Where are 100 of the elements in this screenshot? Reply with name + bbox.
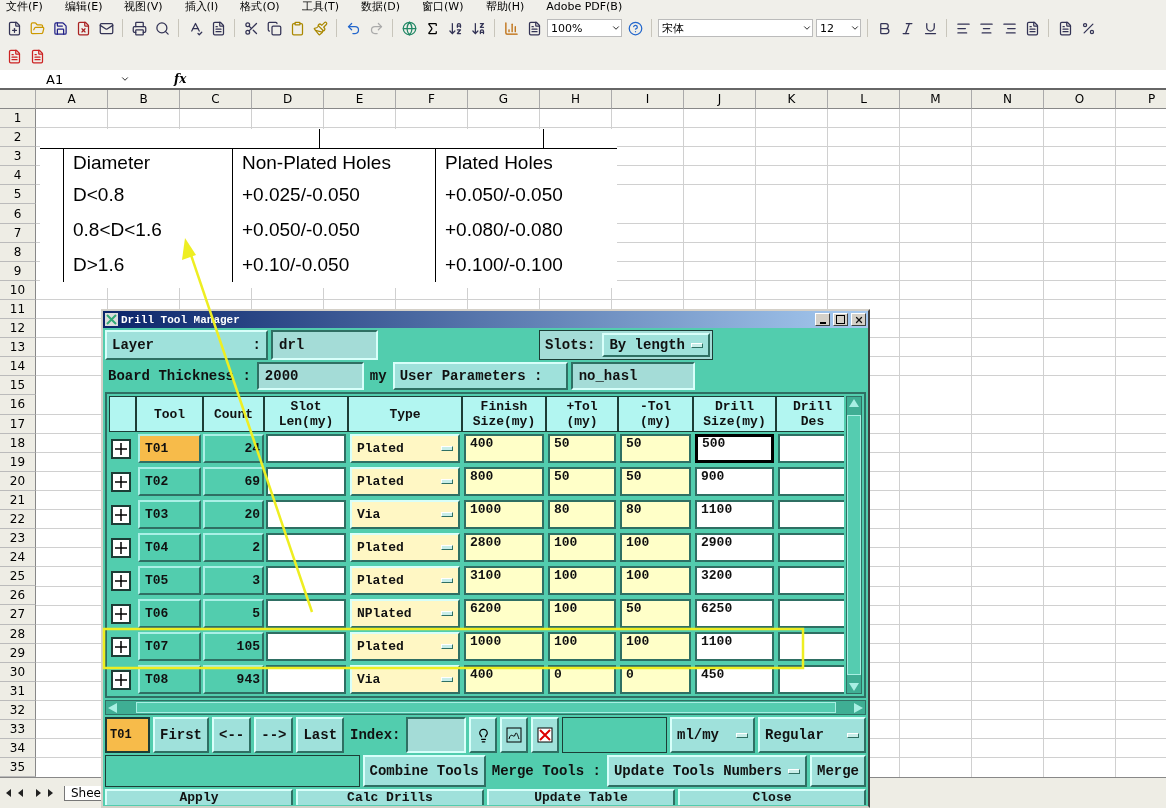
row-header[interactable]: 13 [0, 338, 36, 358]
row-header[interactable]: 16 [0, 395, 36, 415]
expand-icon[interactable] [111, 438, 131, 459]
row-header[interactable]: 23 [0, 529, 36, 549]
column-header[interactable]: G [468, 90, 540, 109]
action-button[interactable]: Calc Drills [296, 789, 484, 805]
nav-button[interactable]: First [153, 717, 209, 753]
expand-icon[interactable] [111, 471, 131, 492]
type-dropdown[interactable]: Via [350, 665, 460, 694]
column-header[interactable]: K [756, 90, 828, 109]
row-header[interactable]: 27 [0, 605, 36, 625]
user-parameters-field[interactable]: no_hasl [570, 362, 695, 390]
row-header[interactable]: 30 [0, 662, 36, 682]
row-header[interactable]: 22 [0, 509, 36, 530]
type-dropdown[interactable]: Plated [350, 434, 460, 463]
row-header[interactable]: 6 [0, 204, 36, 224]
slot-length-field[interactable] [266, 500, 346, 529]
row-header[interactable]: 33 [0, 720, 36, 740]
drill-size-field[interactable]: 1100 [695, 500, 774, 529]
slot-length-field[interactable] [266, 599, 346, 628]
expand-icon[interactable] [111, 636, 131, 657]
merge-button[interactable]: Merge [810, 755, 866, 787]
menu-item[interactable]: 工具(T) [301, 0, 339, 14]
maximize-button[interactable] [833, 313, 848, 326]
row-header[interactable]: 9 [0, 261, 36, 281]
layer-field[interactable]: drl [271, 330, 378, 360]
slot-length-field[interactable] [266, 533, 346, 562]
row-header[interactable]: 15 [0, 376, 36, 396]
minus-tolerance-field[interactable]: 100 [620, 566, 691, 595]
drill-designator-field[interactable] [778, 467, 844, 496]
minus-tolerance-field[interactable]: 100 [620, 632, 691, 661]
row-header[interactable]: 10 [0, 280, 36, 300]
plus-tolerance-field[interactable]: 80 [548, 500, 616, 529]
row-header[interactable]: 3 [0, 147, 36, 167]
action-button[interactable]: Close [678, 789, 866, 805]
drill-designator-field[interactable] [778, 533, 844, 562]
finish-size-field[interactable]: 1000 [464, 632, 544, 661]
minimize-button[interactable] [815, 313, 830, 326]
column-header[interactable]: B [108, 90, 180, 109]
minus-tolerance-field[interactable]: 50 [620, 599, 691, 628]
zoom-dropdown[interactable]: 100% [547, 19, 622, 37]
tool-button[interactable]: T05 [138, 566, 201, 595]
row-header[interactable]: 31 [0, 681, 36, 701]
delete-button[interactable] [531, 717, 560, 753]
menu-item[interactable]: 视图(V) [124, 0, 163, 14]
select-all-corner[interactable] [0, 90, 36, 109]
drill-size-field[interactable]: 450 [695, 665, 774, 694]
plus-tolerance-field[interactable]: 50 [548, 434, 616, 463]
minus-tolerance-field[interactable]: 80 [620, 500, 691, 529]
plus-tolerance-field[interactable]: 100 [548, 632, 616, 661]
expand-icon[interactable] [111, 570, 131, 591]
plus-tolerance-field[interactable]: 100 [548, 533, 616, 562]
finish-size-field[interactable]: 2800 [464, 533, 544, 562]
vertical-scrollbar[interactable] [846, 396, 862, 694]
minus-tolerance-field[interactable]: 100 [620, 533, 691, 562]
tool-button[interactable]: T04 [138, 533, 201, 562]
menu-item[interactable]: 编辑(E) [64, 0, 103, 14]
nav-button[interactable]: <-- [212, 717, 252, 753]
row-header[interactable]: 24 [0, 548, 36, 568]
column-header[interactable]: P [1116, 90, 1166, 109]
plus-tolerance-field[interactable]: 100 [548, 599, 616, 628]
row-header[interactable]: 21 [0, 490, 36, 510]
column-header[interactable]: O [1044, 90, 1116, 109]
drill-size-field[interactable]: 1100 [695, 632, 774, 661]
row-header[interactable]: 2 [0, 128, 36, 148]
row-header[interactable]: 14 [0, 357, 36, 377]
drill-size-field[interactable]: 2900 [695, 533, 774, 562]
drill-size-field[interactable]: 900 [695, 467, 774, 496]
menu-item[interactable]: 插入(I) [184, 0, 219, 14]
font-size-dropdown[interactable]: 12 [816, 19, 861, 37]
board-thickness-field[interactable]: 2000 [256, 362, 364, 390]
row-header[interactable]: 29 [0, 643, 36, 663]
tool-button[interactable]: T02 [138, 467, 201, 496]
drill-designator-field[interactable] [778, 599, 844, 628]
drill-designator-field[interactable] [778, 500, 844, 529]
plus-tolerance-field[interactable]: 50 [548, 467, 616, 496]
combine-tools-button[interactable]: Combine Tools [362, 755, 486, 787]
minus-tolerance-field[interactable]: 50 [620, 467, 691, 496]
menu-item[interactable]: 窗口(W) [422, 0, 464, 14]
slot-length-field[interactable] [266, 632, 346, 661]
menu-item[interactable]: 文件(F) [6, 0, 43, 14]
column-header[interactable]: D [252, 90, 324, 109]
close-button[interactable] [851, 313, 866, 326]
menu-item[interactable]: 帮助(H) [485, 0, 525, 14]
drill-designator-field[interactable] [778, 665, 844, 694]
row-header[interactable]: 19 [0, 452, 36, 472]
type-dropdown[interactable]: Plated [350, 566, 460, 595]
slot-length-field[interactable] [266, 467, 346, 496]
finish-size-field[interactable]: 400 [464, 434, 544, 463]
type-dropdown[interactable]: Plated [350, 533, 460, 562]
tool-button[interactable]: T01 [138, 434, 201, 463]
row-header[interactable]: 4 [0, 166, 36, 186]
row-header[interactable]: 5 [0, 185, 36, 205]
lightbulb-button[interactable] [469, 717, 498, 753]
action-button[interactable]: Apply [105, 789, 293, 805]
row-header[interactable]: 8 [0, 242, 36, 262]
row-header[interactable]: 32 [0, 700, 36, 720]
tool-button[interactable]: T06 [138, 599, 201, 628]
drill-designator-field[interactable] [778, 434, 844, 463]
tool-button[interactable]: T07 [138, 632, 201, 661]
